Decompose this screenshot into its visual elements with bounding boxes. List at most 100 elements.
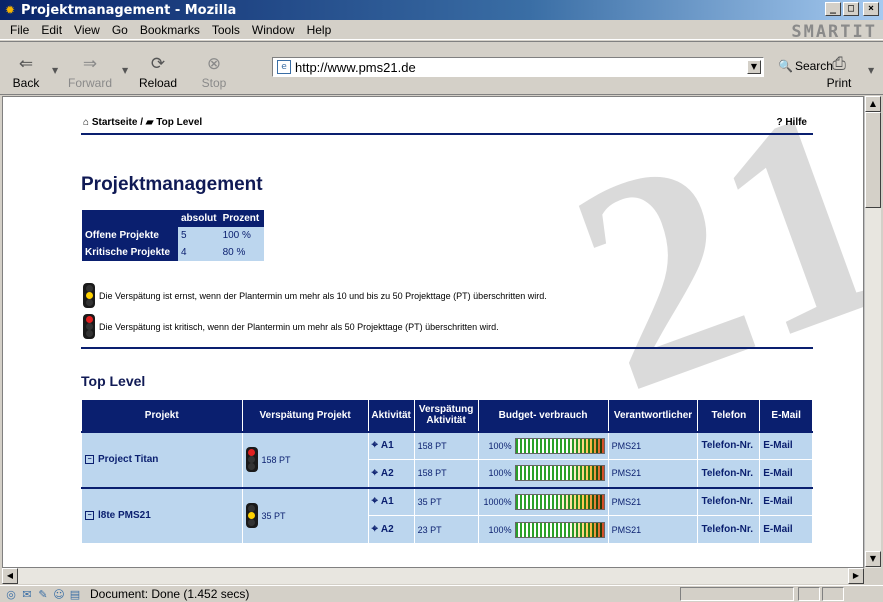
home-icon: ⌂	[83, 117, 90, 128]
horizontal-scrollbar[interactable]: ◀ ▶	[2, 568, 864, 584]
project-delay-cell: 158 PT	[241, 430, 369, 488]
breadcrumb-current-link[interactable]: Top Level	[156, 117, 202, 128]
traffic-light-yellow-icon	[83, 283, 95, 308]
forward-button[interactable]: ⇒ Forward	[66, 44, 114, 92]
scroll-thumb[interactable]	[865, 112, 881, 208]
breadcrumb-home-link[interactable]: Startseite	[92, 117, 138, 128]
summary-row: Offene Projekte 5 100 %	[82, 227, 264, 244]
activity-cell[interactable]: ⌖ A2	[367, 459, 415, 488]
col-aktivitaet[interactable]: Aktivität	[367, 399, 415, 432]
status-text: Document: Done (1.452 secs)	[90, 587, 250, 601]
minimize-button[interactable]: _	[825, 2, 841, 16]
reload-icon: ⟳	[150, 54, 166, 74]
activity-icon: ⌖	[371, 439, 378, 452]
col-budgetverbrauch[interactable]: Budget- verbrauch	[477, 399, 609, 432]
menu-bookmarks[interactable]: Bookmarks	[134, 23, 206, 37]
note-yellow: Die Verspätung ist ernst, wenn der Plant…	[83, 283, 547, 308]
project-name-cell[interactable]: − l8te PMS21	[81, 486, 243, 544]
phone-link[interactable]: Telefon-Nr.	[697, 486, 761, 516]
breadcrumb: ⌂ Startseite / ▰ Top Level ? Hilfe	[81, 113, 813, 135]
scroll-right-icon[interactable]: ▶	[848, 568, 864, 584]
col-verspaetung-aktivitaet[interactable]: Verspätung Aktivität	[413, 399, 479, 432]
project-name-cell[interactable]: − Project Titan	[81, 430, 243, 488]
budget-cell: 1000%	[477, 486, 609, 516]
table-row: − Project Titan 158 PT ⌖ A1 158 PT 100% PM…	[81, 430, 813, 488]
menu-window[interactable]: Window	[246, 23, 301, 37]
brand-logo: SMARTIT	[791, 22, 877, 42]
traffic-light-yellow-icon	[245, 503, 258, 529]
budget-bar	[514, 465, 605, 482]
table-row: − l8te PMS21 35 PT ⌖ A1 35 PT 1000% PMS21 …	[81, 486, 813, 544]
activity-icon: ⌖	[371, 495, 378, 508]
composer-icon[interactable]: ✎	[36, 588, 50, 601]
window-title: Projektmanagement - Mozilla	[21, 2, 237, 18]
vertical-scrollbar[interactable]: ▲ ▼	[864, 96, 881, 568]
folder-icon: ▰	[145, 117, 154, 128]
email-link[interactable]: E-Mail	[759, 459, 813, 488]
email-link[interactable]: E-Mail	[759, 486, 813, 516]
col-projekt[interactable]: Projekt	[81, 399, 243, 432]
phone-link[interactable]: Telefon-Nr.	[697, 515, 761, 544]
scroll-down-icon[interactable]: ▼	[865, 551, 881, 567]
chat-icon[interactable]: ☺	[52, 588, 66, 601]
note-red: Die Verspätung ist kritisch, wenn der Pl…	[83, 314, 499, 339]
activity-icon: ⌖	[371, 466, 378, 479]
summary-header-absolut: absolut	[178, 210, 220, 227]
url-input[interactable]	[295, 59, 763, 75]
budget-bar	[514, 493, 605, 510]
mozilla-icon: ✹	[4, 3, 16, 17]
menu-help[interactable]: Help	[301, 23, 338, 37]
menu-file[interactable]: File	[4, 23, 35, 37]
activity-cell[interactable]: ⌖ A1	[367, 430, 415, 460]
navigation-toolbar: ⇐ Back ▼ ⇒ Forward ▼ ⟳ Reload ⊗ Stop e ▼…	[0, 41, 883, 95]
scroll-up-icon[interactable]: ▲	[865, 96, 881, 112]
menu-go[interactable]: Go	[106, 23, 134, 37]
back-button[interactable]: ⇐ Back	[2, 44, 50, 92]
phone-link[interactable]: Telefon-Nr.	[697, 430, 761, 460]
url-bar[interactable]: e ▼	[272, 57, 764, 77]
budget-bar	[514, 521, 605, 538]
maximize-button[interactable]: □	[843, 2, 859, 16]
budget-cell: 100%	[477, 515, 609, 544]
stop-icon: ⊗	[206, 54, 222, 74]
search-icon: 🔍	[778, 59, 793, 73]
close-button[interactable]: ×	[863, 2, 879, 16]
back-history-icon[interactable]: ▼	[52, 66, 58, 75]
activity-cell[interactable]: ⌖ A2	[367, 515, 415, 544]
page-title: Projektmanagement	[81, 174, 263, 195]
menu-tools[interactable]: Tools	[206, 23, 246, 37]
url-dropdown-icon[interactable]: ▼	[747, 60, 761, 74]
page-icon: e	[277, 60, 291, 74]
summary-row: Kritische Projekte 4 80 %	[82, 244, 264, 261]
forward-history-icon[interactable]: ▼	[122, 66, 128, 75]
col-verantwortlicher[interactable]: Verantwortlicher	[607, 399, 699, 432]
reload-button[interactable]: ⟳ Reload	[134, 44, 182, 92]
mail-icon[interactable]: ✉	[20, 588, 34, 601]
page-viewport[interactable]: 21 ⌂ Startseite / ▰ Top Level ? Hilfe Pr…	[2, 96, 864, 568]
scroll-left-icon[interactable]: ◀	[2, 568, 18, 584]
menu-view[interactable]: View	[68, 23, 106, 37]
summary-header-prozent: Prozent	[219, 210, 264, 227]
print-button[interactable]: ⎙ Print	[815, 44, 863, 92]
phone-link[interactable]: Telefon-Nr.	[697, 459, 761, 488]
help-link[interactable]: ? Hilfe	[776, 117, 807, 128]
project-delay-cell: 35 PT	[241, 486, 369, 544]
print-options-icon[interactable]: ▼	[868, 66, 874, 75]
printer-icon: ⎙	[832, 54, 846, 74]
summary-table: absolut Prozent Offene Projekte 5 100 % …	[82, 210, 264, 261]
expand-icon[interactable]: −	[85, 511, 94, 521]
activity-cell[interactable]: ⌖ A1	[367, 486, 415, 516]
traffic-light-red-icon	[83, 314, 95, 339]
col-verspaetung-projekt[interactable]: Verspätung Projekt	[241, 399, 369, 432]
address-book-icon[interactable]: ▤	[68, 588, 82, 601]
expand-icon[interactable]: −	[85, 454, 94, 464]
stop-button[interactable]: ⊗ Stop	[190, 44, 238, 92]
menu-edit[interactable]: Edit	[35, 23, 68, 37]
col-email[interactable]: E-Mail	[759, 399, 813, 432]
window-controls: _ □ ×	[825, 2, 879, 16]
col-telefon[interactable]: Telefon	[697, 399, 761, 432]
email-link[interactable]: E-Mail	[759, 515, 813, 544]
email-link[interactable]: E-Mail	[759, 430, 813, 460]
project-table: Projekt Verspätung Projekt Aktivität Ver…	[81, 399, 813, 544]
navigator-icon[interactable]: ◎	[4, 588, 18, 601]
